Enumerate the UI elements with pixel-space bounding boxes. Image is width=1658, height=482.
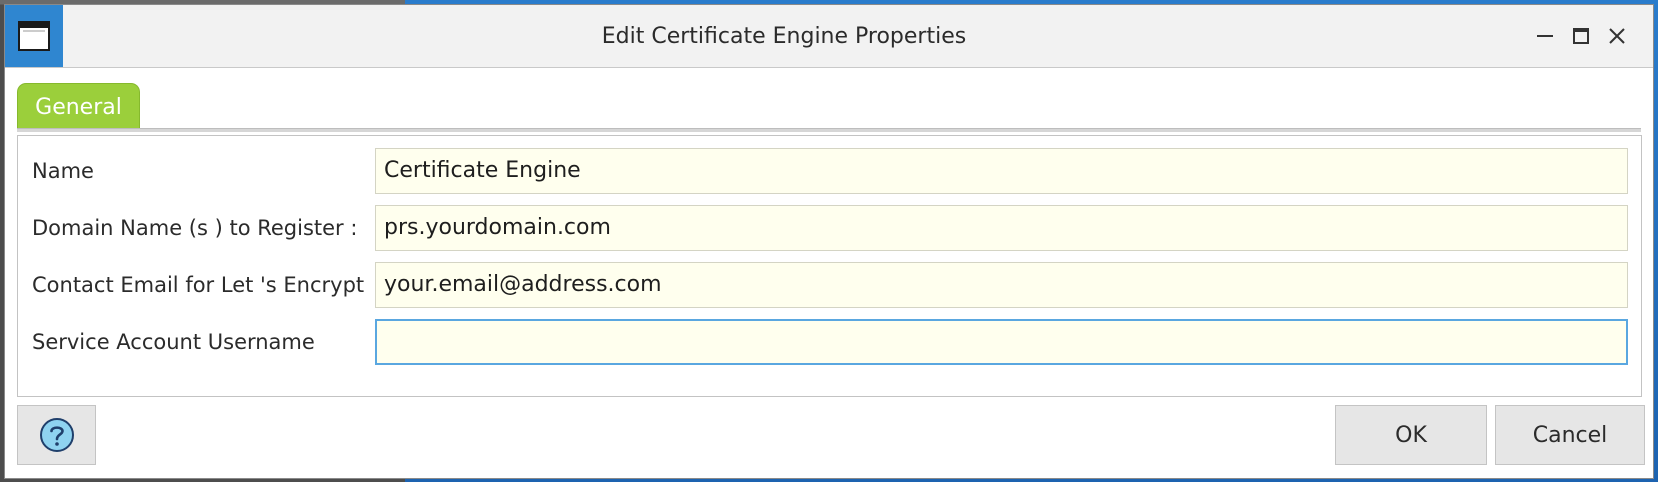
window-icon[interactable] [5,5,63,67]
maximize-icon[interactable] [1566,21,1596,51]
domain-names-field[interactable]: prs.yourdomain.com [375,205,1628,251]
help-button[interactable] [17,405,96,465]
domain-names-label: Domain Name (s ) to Register : [32,216,358,240]
name-label: Name [32,159,94,183]
dialog-window: Edit Certificate Engine Properties Gener… [4,4,1654,479]
cancel-button[interactable]: Cancel [1495,405,1645,465]
general-form-panel: Name Certificate Engine Domain Name (s )… [17,135,1642,397]
title-bar[interactable]: Edit Certificate Engine Properties [5,5,1653,68]
service-account-username-label: Service Account Username [32,330,315,354]
name-field[interactable]: Certificate Engine [375,148,1628,194]
contact-email-label: Contact Email for Let 's Encrypt [32,273,365,297]
ok-button[interactable]: OK [1335,405,1487,465]
minimize-icon[interactable] [1530,21,1560,51]
close-icon[interactable] [1602,21,1632,51]
service-account-username-field[interactable] [375,319,1628,365]
window-title: Edit Certificate Engine Properties [601,24,967,49]
contact-email-field[interactable]: your.email@address.com [375,262,1628,308]
tab-general[interactable]: General [17,83,140,129]
tab-strip-divider [17,128,1641,132]
help-icon [39,418,74,452]
